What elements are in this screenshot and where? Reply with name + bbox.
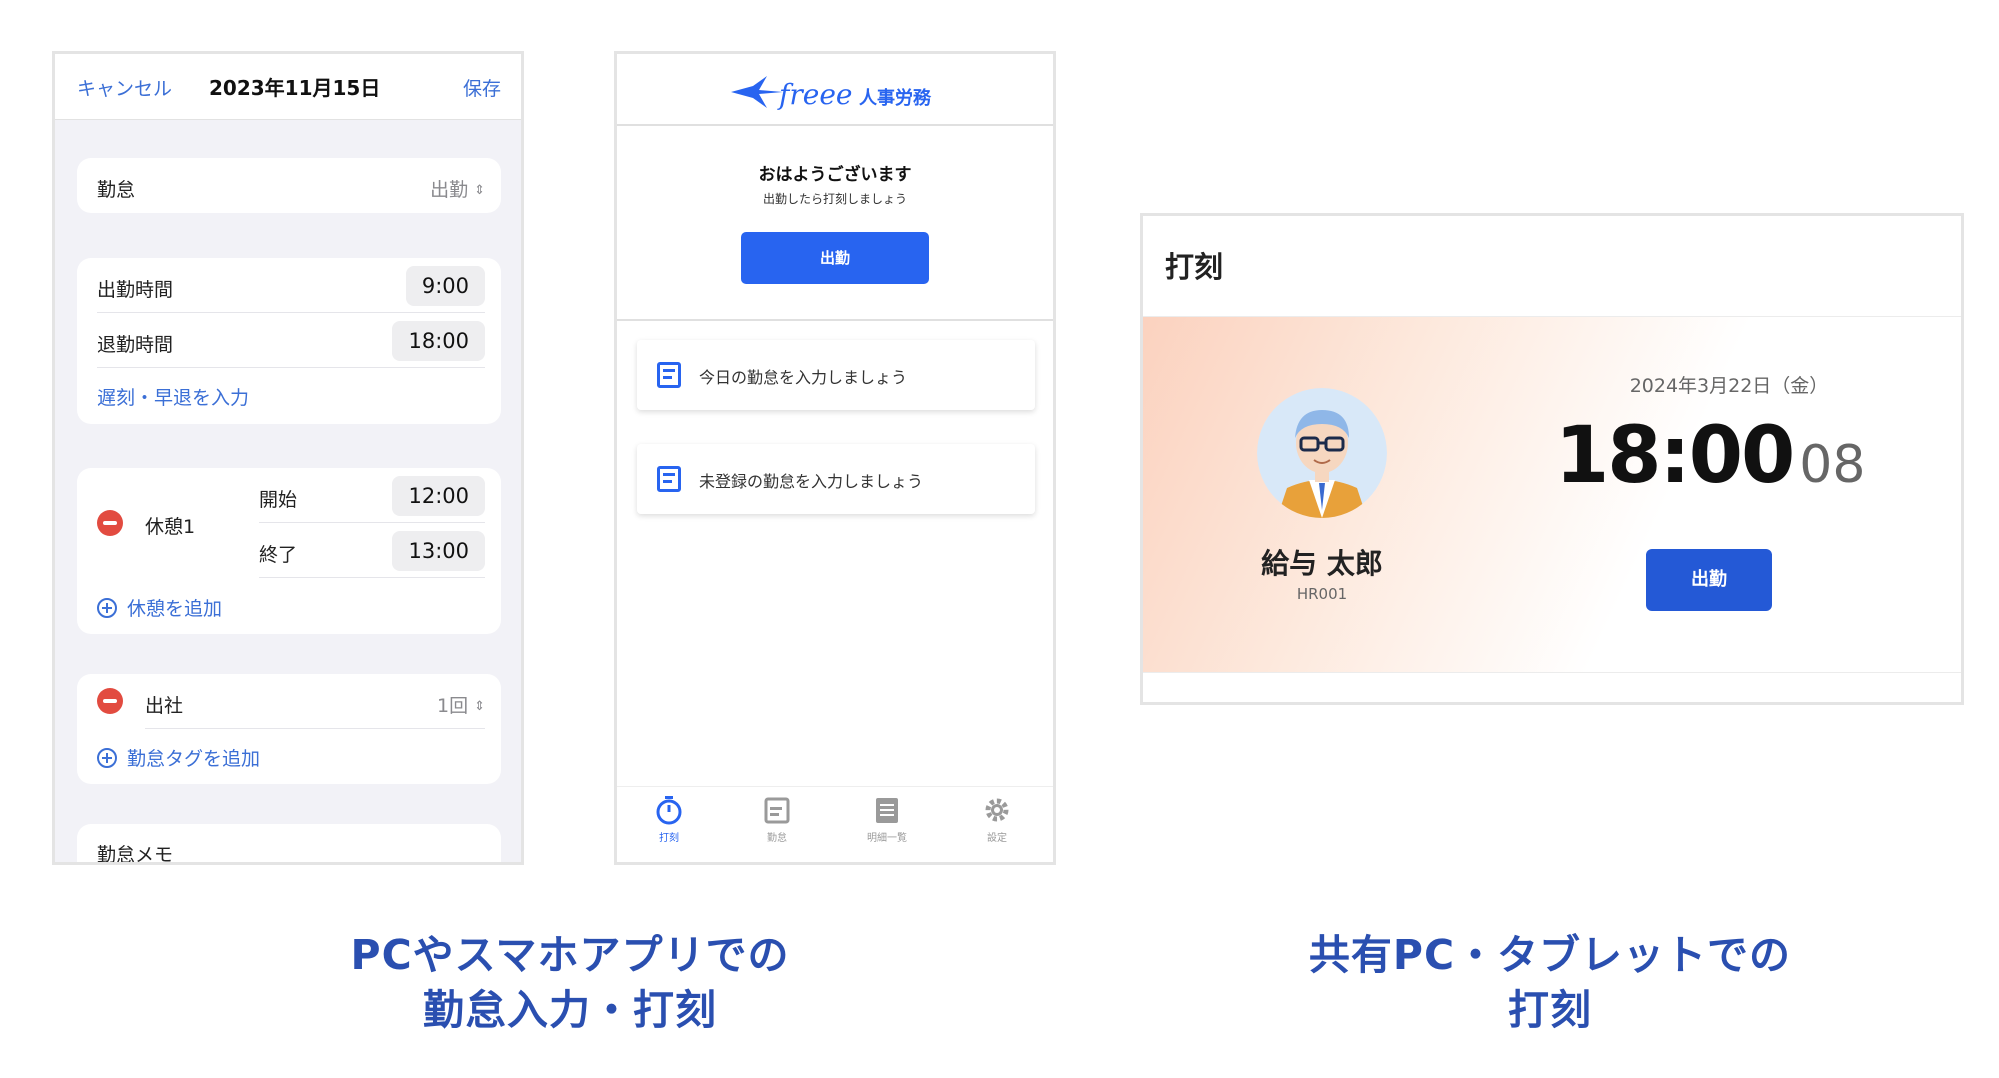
start-time-row: 出勤時間 9:00 [97,258,485,313]
user-id: HR001 [1296,585,1348,603]
cancel-button[interactable]: キャンセル [77,74,172,101]
tag-card: 出社 1回 ⇕ 勤怠タグを追加 [77,674,501,784]
delete-tag-icon[interactable] [97,688,123,714]
kiosk-clock-in-button[interactable]: 出勤 [1646,549,1772,611]
gear-icon [985,798,1009,822]
bird-logo-icon [731,76,783,108]
start-time-picker[interactable]: 9:00 [405,266,485,306]
divider [617,319,1053,321]
end-time-label: 退勤時間 [97,334,174,356]
app-header: freee 人事労務 [617,54,1053,126]
break-start-row: 開始 12:00 [259,468,485,523]
tab-payslips[interactable]: 明細一覧 [857,795,917,844]
calendar-icon [657,362,681,388]
caption-right: 共有PC・タブレットでの 打刻 [1240,928,1860,1038]
task-text: 未登録の勤怠を入力しましょう [699,472,924,491]
end-time-row: 退勤時間 18:00 [97,313,485,368]
tab-clock[interactable]: 打刻 [639,795,699,844]
kiosk-title: 打刻 [1165,250,1224,284]
break-card: 休憩1 開始 12:00 終了 13:00 休憩を追加 [77,468,501,634]
break-end-picker[interactable]: 13:00 [392,531,485,571]
break-end-label: 終了 [259,544,298,566]
late-early-link[interactable]: 遅刻・早退を入力 [97,383,249,410]
break-start-picker[interactable]: 12:00 [392,476,485,516]
add-tag-button[interactable]: 勤怠タグを追加 [97,744,260,771]
calendar-icon [764,797,790,824]
edit-date-title: 2023年11月15日 [209,76,381,100]
tab-attendance[interactable]: 勤怠 [747,795,807,844]
start-time-label: 出勤時間 [97,279,174,301]
tab-settings[interactable]: 設定 [967,795,1027,844]
break-end-row: 終了 13:00 [259,523,485,578]
time-seconds: 08 [1799,435,1866,495]
logo-wordmark: freee [779,78,853,111]
mobile-app-screen: freee 人事労務 おはようございます 出勤したら打刻しましょう 出勤 今日の… [614,51,1056,865]
avatar [1257,388,1387,518]
logo-product-name: 人事労務 [859,88,931,109]
task-text: 今日の勤怠を入力しましょう [699,368,908,387]
tag-count-value: 1回 [437,695,469,717]
break-name: 休憩1 [145,516,196,538]
clock-in-button[interactable]: 出勤 [741,232,929,284]
kiosk-body: 給与 太郎 HR001 2024年3月22日（金） 18:00 08 出勤 [1143,316,1961,673]
attendance-type-select[interactable]: 出勤 ⇕ [430,175,485,202]
task-card-today[interactable]: 今日の勤怠を入力しましょう [637,340,1035,410]
time-hhmm: 18:00 [1555,411,1795,501]
freee-logo: freee 人事労務 [727,72,931,112]
caption-right-line2: 打刻 [1508,986,1592,1034]
tag-row: 出社 1回 ⇕ [145,674,485,729]
add-break-label: 休憩を追加 [127,598,223,620]
tab-label: 打刻 [659,833,679,844]
tag-count-select[interactable]: 1回 ⇕ [437,691,485,718]
bottom-tab-bar: 打刻 勤怠 明細一覧 設定 [617,786,1053,862]
attendance-type-row[interactable]: 勤怠 出勤 ⇕ [97,158,485,213]
tab-label: 明細一覧 [867,833,907,844]
user-name: 給与 太郎 [1261,547,1383,580]
task-card-unregistered[interactable]: 未登録の勤怠を入力しましょう [637,444,1035,514]
tag-name: 出社 [145,695,184,717]
caption-right-line1: 共有PC・タブレットでの [1308,931,1792,979]
caption-left-line1: PCやスマホアプリでの [350,931,790,979]
memo-label: 勤怠メモ [97,844,174,865]
edit-header: キャンセル 2023年11月15日 保存 [55,54,521,120]
add-break-button[interactable]: 休憩を追加 [97,594,222,621]
attendance-type-label: 勤怠 [97,179,136,201]
save-button[interactable]: 保存 [463,74,501,101]
attendance-type-value: 出勤 [430,179,469,201]
tab-label: 勤怠 [767,833,787,844]
tab-label: 設定 [987,833,1007,844]
calendar-icon [657,466,681,492]
greeting-title: おはようございます [758,165,912,185]
current-time: 18:00 08 [1555,411,1865,501]
current-date: 2024年3月22日（金） [1629,375,1829,397]
stopwatch-icon [656,796,682,825]
caption-left-line2: 勤怠入力・打刻 [423,986,717,1034]
updown-chevron-icon: ⇕ [474,183,485,198]
break-start-label: 開始 [259,489,298,511]
add-tag-label: 勤怠タグを追加 [127,748,261,770]
greeting-subtitle: 出勤したら打刻しましょう [762,192,907,206]
document-list-icon [876,798,898,823]
memo-card[interactable]: 勤怠メモ [77,824,501,865]
attendance-type-card: 勤怠 出勤 ⇕ [77,158,501,213]
kiosk-clock-screen: 打刻 給与 太郎 HR001 2024年3月22日（金） 18:00 08 出勤 [1140,213,1964,705]
updown-chevron-icon: ⇕ [474,699,485,714]
add-circle-icon [97,598,117,618]
end-time-picker[interactable]: 18:00 [392,321,485,361]
work-time-card: 出勤時間 9:00 退勤時間 18:00 遅刻・早退を入力 [77,258,501,424]
caption-left: PCやスマホアプリでの 勤怠入力・打刻 [260,928,880,1038]
attendance-edit-screen: キャンセル 2023年11月15日 保存 勤怠 出勤 ⇕ 出勤時間 9:00 退勤… [52,51,524,865]
delete-break-icon[interactable] [97,510,123,536]
add-circle-icon [97,748,117,768]
